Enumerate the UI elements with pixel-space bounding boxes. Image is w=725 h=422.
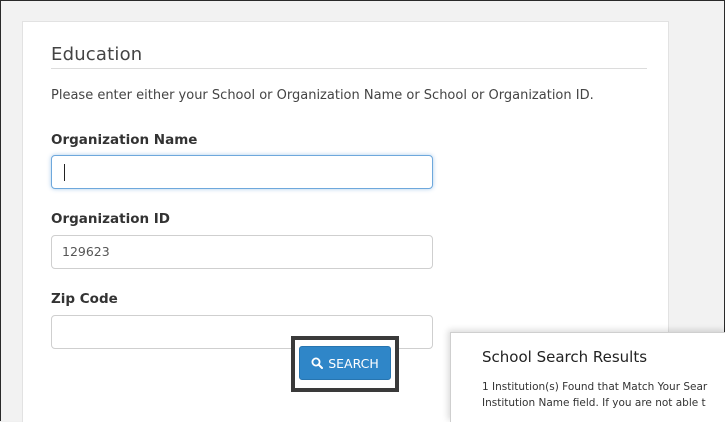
organization-id-value: 129623: [62, 244, 110, 259]
section-title: Education: [51, 44, 143, 65]
page-frame: Education Please enter either your Schoo…: [0, 0, 725, 422]
organization-name-label: Organization Name: [51, 132, 198, 148]
organization-id-input[interactable]: 129623: [51, 235, 433, 269]
results-body: 1 Institution(s) Found that Match Your S…: [482, 379, 707, 411]
search-icon: [311, 357, 324, 369]
organization-id-label: Organization ID: [51, 211, 171, 227]
search-button[interactable]: SEARCH: [299, 346, 391, 380]
instructions-text: Please enter either your School or Organ…: [51, 88, 594, 103]
results-line-2: Institution Name field. If you are not a…: [482, 397, 706, 409]
search-button-label: SEARCH: [328, 355, 379, 371]
section-divider: [51, 68, 647, 69]
text-caret: [64, 164, 65, 181]
search-button-highlight: SEARCH: [291, 336, 399, 392]
zip-code-label: Zip Code: [51, 291, 118, 307]
results-title: School Search Results: [482, 348, 648, 366]
search-results-popup: School Search Results 1 Institution(s) F…: [450, 332, 725, 422]
results-line-1: 1 Institution(s) Found that Match Your S…: [482, 381, 708, 393]
organization-name-input[interactable]: [51, 155, 433, 189]
